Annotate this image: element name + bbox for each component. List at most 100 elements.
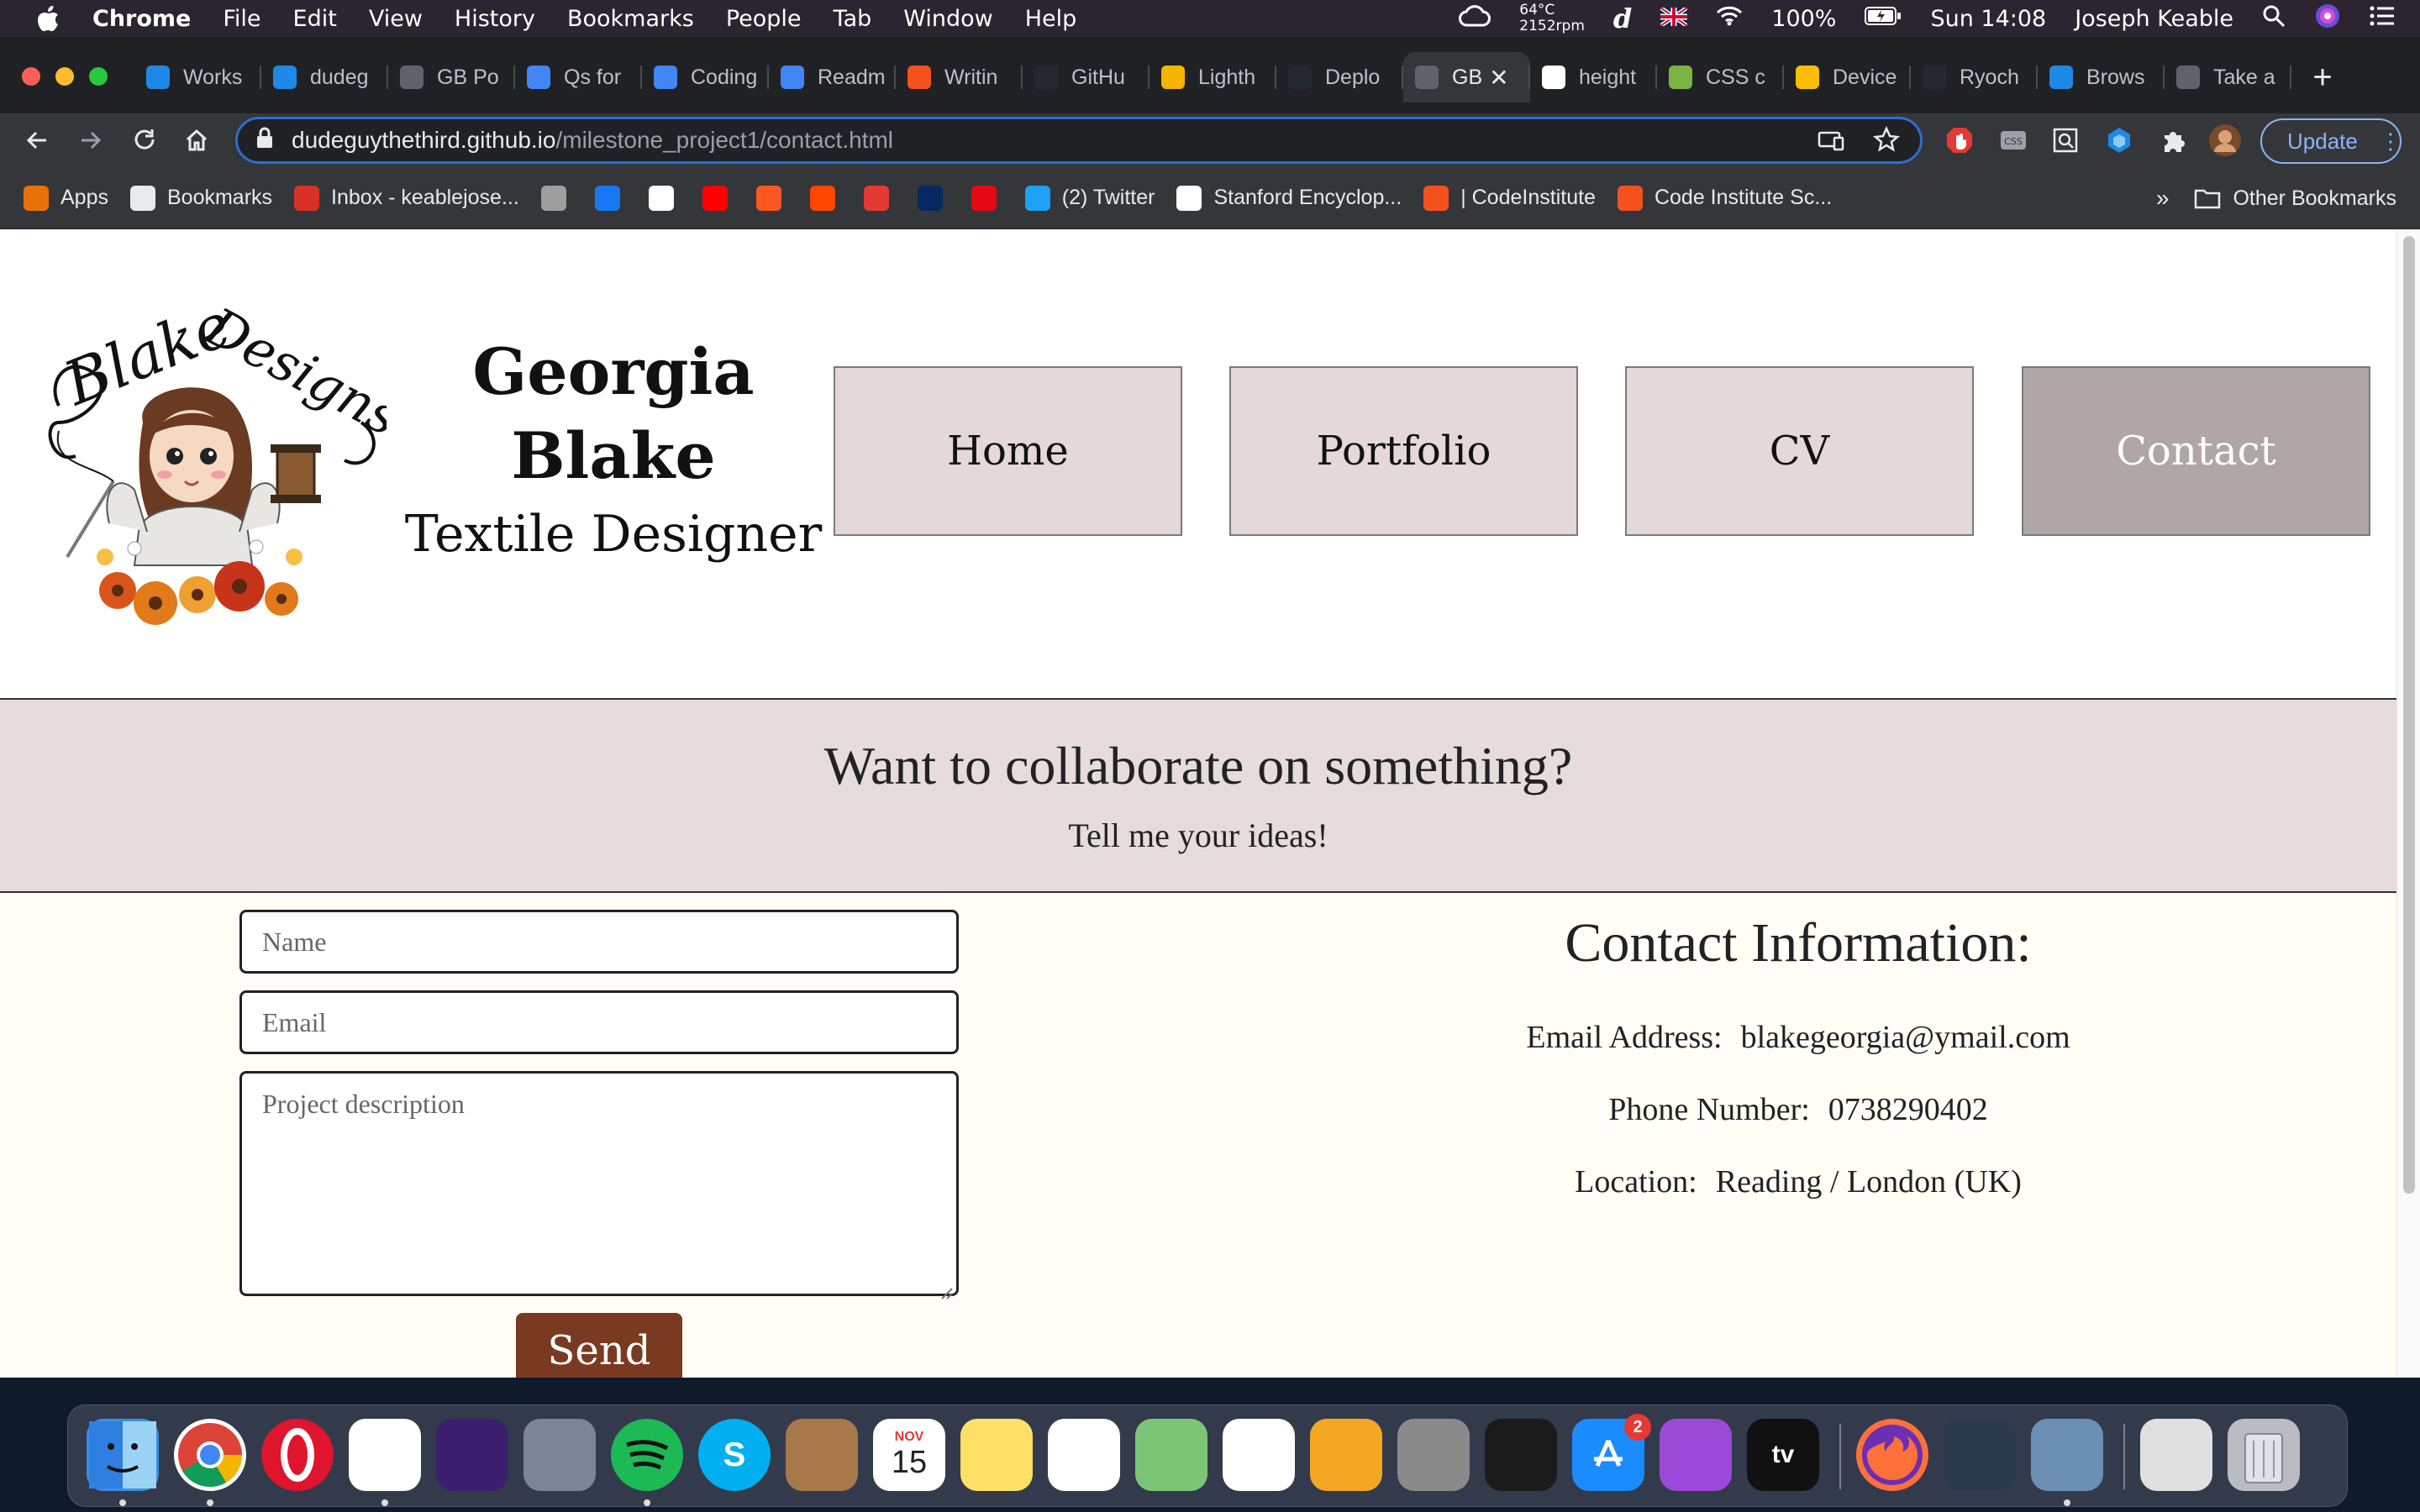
bookmark-item-14[interactable]: | CodeInstitute [1423,185,1596,211]
menu-people[interactable]: People [726,6,802,32]
phone-value[interactable]: 0738290402 [1828,1092,1988,1127]
blake-designs-logo[interactable]: Blake Designs [42,280,410,633]
tab-13[interactable]: Device [1784,52,1911,102]
dock-launchpad-icon[interactable] [523,1419,596,1491]
close-tab-icon[interactable]: ✕ [1489,64,1508,92]
cast-device-icon[interactable] [1818,128,1844,159]
menu-bookmarks[interactable]: Bookmarks [567,6,694,32]
menu-view[interactable]: View [369,6,423,32]
dock-quicktime-icon[interactable] [1944,1419,2016,1491]
menu-edit[interactable]: Edit [293,6,337,32]
dock-opera-icon[interactable] [261,1419,334,1491]
dock-contacts-icon[interactable] [786,1419,858,1491]
project-description-textarea[interactable]: Project description [239,1071,959,1299]
bookmark-item-9[interactable] [863,185,889,211]
send-button[interactable]: Send [516,1313,682,1378]
bookmark-item-6[interactable] [702,185,728,211]
reload-icon[interactable] [128,123,161,157]
battery-icon[interactable] [1865,6,1902,32]
bookmark-item-10[interactable] [917,185,943,211]
dock-skype-icon[interactable]: S [698,1419,771,1491]
nav-portfolio-button[interactable]: Portfolio [1229,366,1578,536]
menu-help[interactable]: Help [1025,6,1077,32]
bookmark-item-13[interactable]: Stanford Encyclop... [1176,185,1402,211]
dictionary-icon[interactable]: d [1613,3,1632,34]
dock-finder-icon[interactable] [87,1419,159,1491]
dock-remote-desktop-icon[interactable] [2140,1419,2212,1491]
email-value[interactable]: blakegeorgia@ymail.com [1741,1020,2070,1055]
bookmark-item-7[interactable] [755,185,781,211]
inspect-extension-icon[interactable] [2049,123,2082,157]
menu-tab[interactable]: Tab [834,6,872,32]
user-name[interactable]: Joseph Keable [2075,6,2233,32]
control-center-list-icon[interactable] [2370,5,2395,33]
adblock-extension-icon[interactable] [1943,123,1976,157]
creative-cloud-icon[interactable] [1459,4,1491,33]
nav-home-button[interactable]: Home [834,366,1182,536]
dock-apple-tv-icon[interactable]: tv [1747,1419,1819,1491]
nav-contact-button[interactable]: Contact [2022,366,2370,536]
dock-notes-icon[interactable] [960,1419,1033,1491]
dock-firefox-icon[interactable] [1856,1419,1928,1491]
bookmark-star-icon[interactable] [1873,125,1900,159]
spotlight-search-icon[interactable] [2262,4,2286,34]
bookmark-item-3[interactable] [540,185,566,211]
menu-kebab-icon[interactable]: ⋮ [2380,129,2402,155]
dock-podcasts-icon[interactable] [1660,1419,1732,1491]
dock-photos-icon[interactable] [1223,1419,1295,1491]
battery-percent[interactable]: 100% [1771,6,1836,32]
dock-spotify-icon[interactable] [611,1419,683,1491]
address-bar[interactable]: dudeguythethird.github.io/milestone_proj… [235,117,1923,164]
tab-4[interactable]: Coding [642,52,769,102]
menu-app-name[interactable]: Chrome [92,6,191,32]
dock-system-preferences-icon[interactable] [1397,1419,1470,1491]
tab-12[interactable]: CSS c [1657,52,1784,102]
lock-icon[interactable] [256,127,273,155]
nav-cv-button[interactable]: CV [1625,366,1974,536]
new-tab-plus-icon[interactable]: + [2297,52,2348,102]
cube-extension-icon[interactable] [2102,123,2136,157]
dock-maps-icon[interactable] [1135,1419,1207,1491]
tab-6[interactable]: Writin [896,52,1023,102]
tab-9[interactable]: Deplo [1276,52,1403,102]
email-input[interactable]: Email [239,990,959,1054]
scrollbar-thumb[interactable] [2403,236,2415,1194]
tab-8[interactable]: Lighth [1150,52,1276,102]
extensions-puzzle-icon[interactable] [2156,123,2190,157]
dock-reminders-icon[interactable] [1048,1419,1120,1491]
bookmark-item-4[interactable] [594,185,620,211]
wifi-icon[interactable] [1716,6,1743,32]
dock-siri-icon[interactable] [436,1419,508,1491]
bookmark-item-8[interactable] [809,185,835,211]
menu-history[interactable]: History [455,6,535,32]
apple-menu-icon[interactable] [34,4,64,33]
tab-7[interactable]: GitHu [1023,52,1150,102]
dock-slack-icon[interactable] [349,1419,421,1491]
uk-flag-icon[interactable] [1659,5,1689,32]
tab-5[interactable]: Readm [769,52,896,102]
bookmark-item-5[interactable] [648,185,674,211]
dock-pages-icon[interactable] [1310,1419,1382,1491]
dock-preview-icon[interactable] [2031,1419,2103,1491]
tab-16[interactable]: Take a [2165,52,2291,102]
close-window-button[interactable] [22,67,40,86]
tab-1[interactable]: dudeg [261,52,388,102]
tab-11[interactable]: height [1530,52,1657,102]
chevron-double-right-icon[interactable]: » [2156,185,2170,212]
dock-app-store-icon[interactable]: 2 [1572,1414,1651,1491]
menu-window[interactable]: Window [903,6,992,32]
dock-chrome-icon[interactable] [174,1419,246,1491]
bookmark-item-1[interactable]: Bookmarks [129,185,272,211]
tab-15[interactable]: Brows [2038,52,2165,102]
zoom-window-button[interactable] [89,67,108,86]
tab-3[interactable]: Qs for [515,52,642,102]
css-extension-icon[interactable]: CSS [1996,123,2030,157]
profile-avatar[interactable] [2208,123,2242,157]
home-icon[interactable] [180,123,213,157]
siri-icon[interactable] [2314,3,2341,35]
dock-activity-monitor-icon[interactable] [1485,1419,1557,1491]
tab-14[interactable]: Ryoch [1911,52,2038,102]
clock[interactable]: Sun 14:08 [1930,6,2046,32]
dock-calendar-icon[interactable]: NOV 15 [873,1419,945,1491]
minimize-window-button[interactable] [55,67,74,86]
